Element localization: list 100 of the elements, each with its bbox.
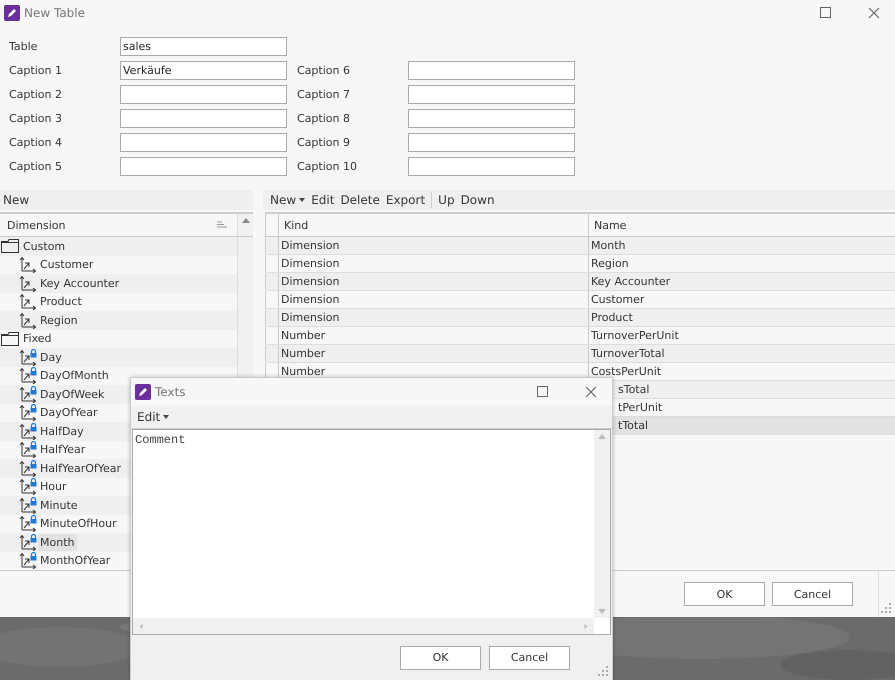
- field-label: Caption 1: [9, 64, 63, 77]
- close-button[interactable]: [867, 6, 881, 20]
- dialog-button[interactable]: Cancel: [772, 582, 853, 606]
- panel-header: New: [0, 190, 253, 210]
- scrollbar[interactable]: [594, 430, 610, 618]
- tree-item[interactable]: Month: [38, 534, 78, 551]
- table-row[interactable]: Number TurnoverTotal: [265, 345, 895, 363]
- maximize-button[interactable]: [819, 6, 833, 20]
- dialog-button[interactable]: OK: [400, 646, 481, 670]
- dialog-button[interactable]: OK: [684, 582, 765, 606]
- table-cell-text: Key Accounter: [590, 274, 672, 290]
- tree-item[interactable]: DayOfWeek: [38, 386, 108, 403]
- tree-item[interactable]: Product: [38, 293, 85, 310]
- field-label: Caption 9: [297, 136, 351, 149]
- input-field[interactable]: [408, 109, 575, 128]
- table-row[interactable]: Dimension Product: [265, 309, 895, 327]
- column-header[interactable]: Name: [589, 214, 895, 236]
- column-header[interactable]: Kind: [279, 214, 589, 236]
- menu-button[interactable]: Edit: [134, 410, 172, 424]
- table-cell-text: Region: [590, 256, 630, 272]
- pencil-icon: [4, 4, 20, 20]
- row-indicator[interactable]: [265, 273, 279, 290]
- scroll-left-icon[interactable]: [137, 624, 145, 628]
- input-field[interactable]: [120, 109, 287, 128]
- tree-item[interactable]: HalfDay: [38, 422, 87, 440]
- toolbar-button[interactable]: Export: [382, 193, 428, 207]
- tree-item[interactable]: MinuteOfHour: [38, 515, 120, 532]
- tree-item[interactable]: Hour: [38, 478, 70, 496]
- caret-icon: [163, 415, 170, 419]
- table-cell-text: Customer: [590, 292, 646, 308]
- table-cell: Dimension: [279, 291, 589, 308]
- row-indicator[interactable]: [265, 327, 279, 344]
- window-title: Texts: [155, 385, 187, 399]
- resize-grip-icon[interactable]: [597, 665, 609, 677]
- tree-item[interactable]: Minute: [38, 496, 81, 514]
- toolbar-button[interactable]: Down: [458, 193, 498, 207]
- table-cell: Dimension: [279, 237, 589, 254]
- table-row[interactable]: Dimension Month: [265, 237, 895, 255]
- input-field[interactable]: Verkäufe: [120, 61, 287, 80]
- table-cell-text: TurnoverTotal: [590, 346, 666, 362]
- row-indicator[interactable]: [265, 237, 279, 254]
- row-indicator[interactable]: [265, 255, 279, 272]
- input-field[interactable]: [408, 133, 575, 152]
- input-field[interactable]: [120, 157, 287, 176]
- field-label: Table: [9, 40, 38, 53]
- table-cell: Dimension: [279, 255, 589, 272]
- column-header[interactable]: Dimension: [0, 212, 253, 237]
- table-cell-text: tTotal: [617, 418, 650, 434]
- scrollbar[interactable]: [237, 214, 253, 236]
- input-field[interactable]: sales: [120, 37, 287, 56]
- input-field[interactable]: [408, 61, 575, 80]
- tree-item[interactable]: HalfYear: [38, 441, 88, 458]
- input-field[interactable]: [120, 133, 287, 152]
- close-button[interactable]: [584, 385, 598, 399]
- tree-item[interactable]: Customer: [38, 256, 96, 274]
- tree-item[interactable]: MonthOfYear: [38, 552, 114, 570]
- resize-grip-icon[interactable]: [880, 602, 892, 614]
- pencil-icon: [135, 384, 151, 400]
- table-cell-text: Month: [590, 238, 626, 254]
- scrollbar[interactable]: [133, 618, 594, 634]
- field-label: Caption 10: [297, 160, 358, 173]
- table-cell: Dimension: [279, 309, 589, 326]
- input-field[interactable]: [120, 85, 287, 104]
- scroll-right-icon[interactable]: [582, 624, 590, 628]
- table-cell-text: tPerUnit: [617, 400, 664, 416]
- table-cell-text: Product: [590, 310, 634, 326]
- dialog-button[interactable]: Cancel: [489, 646, 570, 670]
- table-cell-text: TurnoverPerUnit: [590, 328, 680, 344]
- toolbar-button[interactable]: New: [267, 193, 308, 207]
- field-label: Caption 4: [9, 136, 63, 149]
- caret-icon: [299, 198, 306, 202]
- maximize-button[interactable]: [536, 385, 550, 399]
- toolbar-button[interactable]: Up: [435, 193, 458, 207]
- text-editor[interactable]: Comment: [132, 429, 611, 635]
- toolbar-button[interactable]: Delete: [337, 193, 383, 207]
- tree-item[interactable]: Region: [38, 312, 81, 329]
- toolbar-button[interactable]: Edit: [308, 193, 338, 207]
- row-indicator[interactable]: [265, 309, 279, 326]
- table-cell-text: sTotal: [617, 382, 650, 398]
- table-cell-text: CostsPerUnit: [590, 364, 662, 380]
- tree-item[interactable]: Day: [38, 348, 65, 366]
- table-cell: Number: [279, 327, 589, 344]
- field-label: Caption 2: [9, 88, 63, 101]
- row-indicator[interactable]: [265, 291, 279, 308]
- tree-item[interactable]: DayOfMonth: [38, 367, 112, 384]
- field-label: Caption 6: [297, 64, 351, 77]
- tree-item[interactable]: DayOfYear: [38, 404, 101, 422]
- window-title: New Table: [24, 6, 86, 20]
- sort-icon[interactable]: [217, 221, 227, 229]
- field-label: Caption 8: [297, 112, 351, 125]
- scroll-up-icon[interactable]: [242, 218, 250, 223]
- table-row[interactable]: Dimension Key Accounter: [265, 273, 895, 291]
- table-cell: Number: [279, 345, 589, 362]
- input-field[interactable]: [408, 157, 575, 176]
- tree-item[interactable]: Custom: [21, 238, 68, 255]
- row-indicator[interactable]: [265, 345, 279, 362]
- tree-item[interactable]: Fixed: [21, 330, 55, 348]
- field-label: Caption 3: [9, 112, 63, 125]
- input-field[interactable]: [408, 85, 575, 104]
- scroll-down-icon[interactable]: [598, 609, 606, 614]
